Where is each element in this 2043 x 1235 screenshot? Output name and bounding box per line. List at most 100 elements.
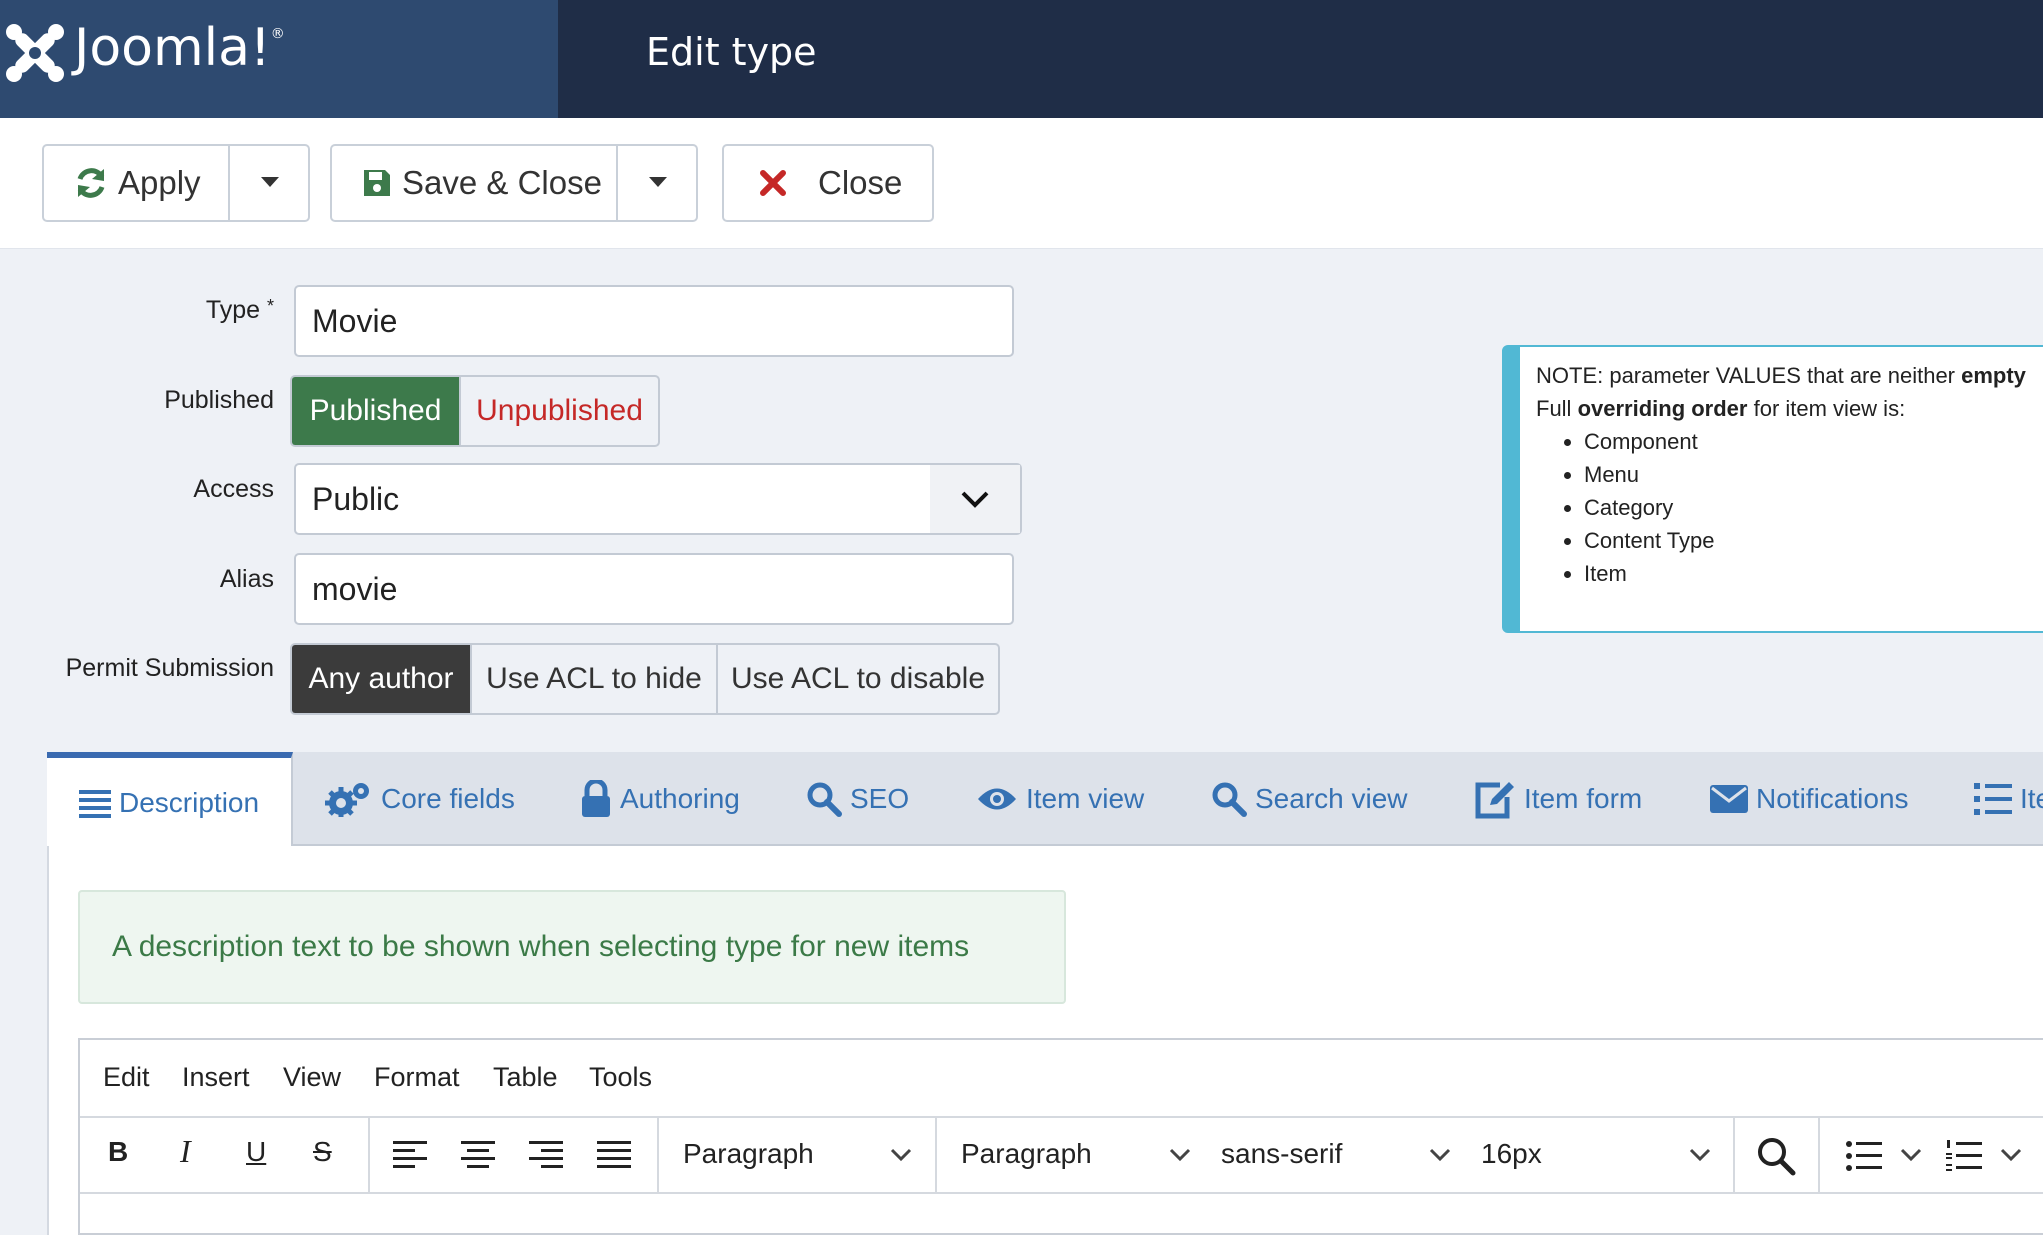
chevron-down-icon xyxy=(890,1148,912,1162)
divider xyxy=(935,1116,937,1194)
chevron-down-icon[interactable] xyxy=(1900,1148,1922,1162)
alias-label: Alias xyxy=(219,565,274,593)
italic-button[interactable]: I xyxy=(180,1133,191,1170)
align-right-icon[interactable] xyxy=(529,1140,563,1170)
override-note: NOTE: parameter VALUES that are neither … xyxy=(1502,345,2043,633)
list-item: Item xyxy=(1584,557,2043,590)
tab-description[interactable]: Description xyxy=(47,752,293,848)
save-close-button-group: Save & Close xyxy=(330,144,698,222)
note-line-2: Full overriding order for item view is: xyxy=(1536,396,1906,421)
font-family-select[interactable]: sans-serif xyxy=(1221,1138,1342,1170)
strikethrough-button[interactable]: S xyxy=(313,1136,332,1168)
divider xyxy=(1818,1116,1820,1194)
permit-submission-toggle: Any author Use ACL to hide Use ACL to di… xyxy=(290,643,1000,715)
joomla-logo-icon[interactable] xyxy=(4,22,66,84)
tab-label: Item form xyxy=(1524,783,1643,814)
chevron-down-icon xyxy=(1169,1148,1191,1162)
page-title: Edit type xyxy=(646,30,817,74)
align-justify-icon[interactable] xyxy=(597,1140,631,1170)
unpublished-option[interactable]: Unpublished xyxy=(459,377,658,445)
save-close-button[interactable]: Save & Close xyxy=(332,146,616,220)
access-label: Access xyxy=(193,475,274,503)
tab-item-list[interactable]: Ite xyxy=(1974,752,2043,846)
divider xyxy=(657,1116,659,1194)
joomla-logo-text[interactable]: Joomla!® xyxy=(74,18,285,78)
menu-format[interactable]: Format xyxy=(374,1062,460,1093)
chevron-down-icon[interactable] xyxy=(2000,1148,2022,1162)
tab-core-fields[interactable]: Core fields xyxy=(325,752,515,846)
bold-button[interactable]: B xyxy=(108,1136,128,1168)
type-input[interactable]: Movie xyxy=(294,285,1014,357)
tab-label: Search view xyxy=(1255,783,1408,814)
menu-edit[interactable]: Edit xyxy=(103,1062,150,1093)
underline-button[interactable]: U xyxy=(246,1136,266,1168)
any-author-option[interactable]: Any author xyxy=(292,645,470,713)
align-left-icon[interactable] xyxy=(393,1140,427,1170)
list-icon xyxy=(1974,783,2012,815)
eye-icon xyxy=(978,788,1016,810)
close-icon xyxy=(760,170,786,196)
close-label: Close xyxy=(818,164,903,201)
list-lines-icon xyxy=(79,790,111,818)
use-acl-disable-option[interactable]: Use ACL to disable xyxy=(716,645,998,713)
tab-notifications[interactable]: Notifications xyxy=(1710,752,1909,846)
tab-item-view[interactable]: Item view xyxy=(976,752,1144,846)
type-label: Type * xyxy=(205,296,274,324)
tab-search-view[interactable]: Search view xyxy=(1211,752,1408,846)
apply-dropdown-toggle[interactable] xyxy=(230,146,310,220)
refresh-icon xyxy=(77,168,105,198)
published-label: Published xyxy=(164,386,274,414)
tab-authoring[interactable]: Authoring xyxy=(580,752,740,846)
use-acl-hide-option[interactable]: Use ACL to hide xyxy=(470,645,716,713)
menu-tools[interactable]: Tools xyxy=(589,1062,652,1093)
permit-submission-label: Permit Submission xyxy=(65,654,274,682)
gears-icon xyxy=(325,783,369,817)
tab-label: Authoring xyxy=(620,783,740,814)
menu-insert[interactable]: Insert xyxy=(182,1062,250,1093)
save-close-dropdown-toggle[interactable] xyxy=(618,146,698,220)
tab-label: Item view xyxy=(1026,783,1145,814)
alias-input[interactable]: movie xyxy=(294,553,1014,625)
description-hint: A description text to be shown when sele… xyxy=(78,890,1066,1004)
apply-button[interactable]: Apply xyxy=(44,146,226,220)
chevron-down-icon xyxy=(1689,1148,1711,1162)
divider xyxy=(368,1116,370,1194)
menu-view[interactable]: View xyxy=(283,1062,341,1093)
font-size-select[interactable]: 16px xyxy=(1481,1138,1542,1170)
apply-label: Apply xyxy=(118,164,201,201)
bullet-list-icon[interactable] xyxy=(1846,1140,1882,1172)
save-icon xyxy=(364,170,390,196)
tab-item-form[interactable]: Item form xyxy=(1474,752,1642,846)
search-icon xyxy=(1212,782,1247,817)
search-icon xyxy=(807,782,842,817)
caret-down-icon xyxy=(649,177,667,187)
caret-down-icon xyxy=(261,177,279,187)
tab-label: Description xyxy=(119,787,260,818)
tab-label: Core fields xyxy=(381,783,515,814)
envelope-icon xyxy=(1710,785,1748,813)
chevron-down-icon xyxy=(930,465,1020,533)
apply-button-group: Apply xyxy=(42,144,310,222)
align-center-icon[interactable] xyxy=(461,1140,495,1170)
tab-label: Ite xyxy=(2020,783,2043,814)
numbered-list-icon[interactable] xyxy=(1946,1140,1982,1172)
save-close-label: Save & Close xyxy=(402,164,602,201)
note-line-1: NOTE: parameter VALUES that are neither … xyxy=(1536,363,2026,388)
divider xyxy=(1733,1116,1735,1194)
paragraph-select[interactable]: Paragraph xyxy=(961,1138,1092,1170)
list-item: Menu xyxy=(1584,458,2043,491)
lock-icon xyxy=(582,780,610,817)
list-item: Content Type xyxy=(1584,524,2043,557)
access-select[interactable]: Public xyxy=(294,463,1022,535)
published-option[interactable]: Published xyxy=(292,377,459,445)
list-item: Category xyxy=(1584,491,2043,524)
close-button[interactable]: Close xyxy=(722,144,934,222)
tab-seo[interactable]: SEO xyxy=(806,752,909,846)
block-format-select[interactable]: Paragraph xyxy=(683,1138,814,1170)
published-toggle: Published Unpublished xyxy=(290,375,660,447)
override-order-list: Component Menu Category Content Type Ite… xyxy=(1536,425,2043,590)
tab-label: Notifications xyxy=(1756,783,1909,814)
menu-table[interactable]: Table xyxy=(493,1062,558,1093)
search-replace-icon[interactable] xyxy=(1756,1136,1796,1176)
chevron-down-icon xyxy=(1429,1148,1451,1162)
